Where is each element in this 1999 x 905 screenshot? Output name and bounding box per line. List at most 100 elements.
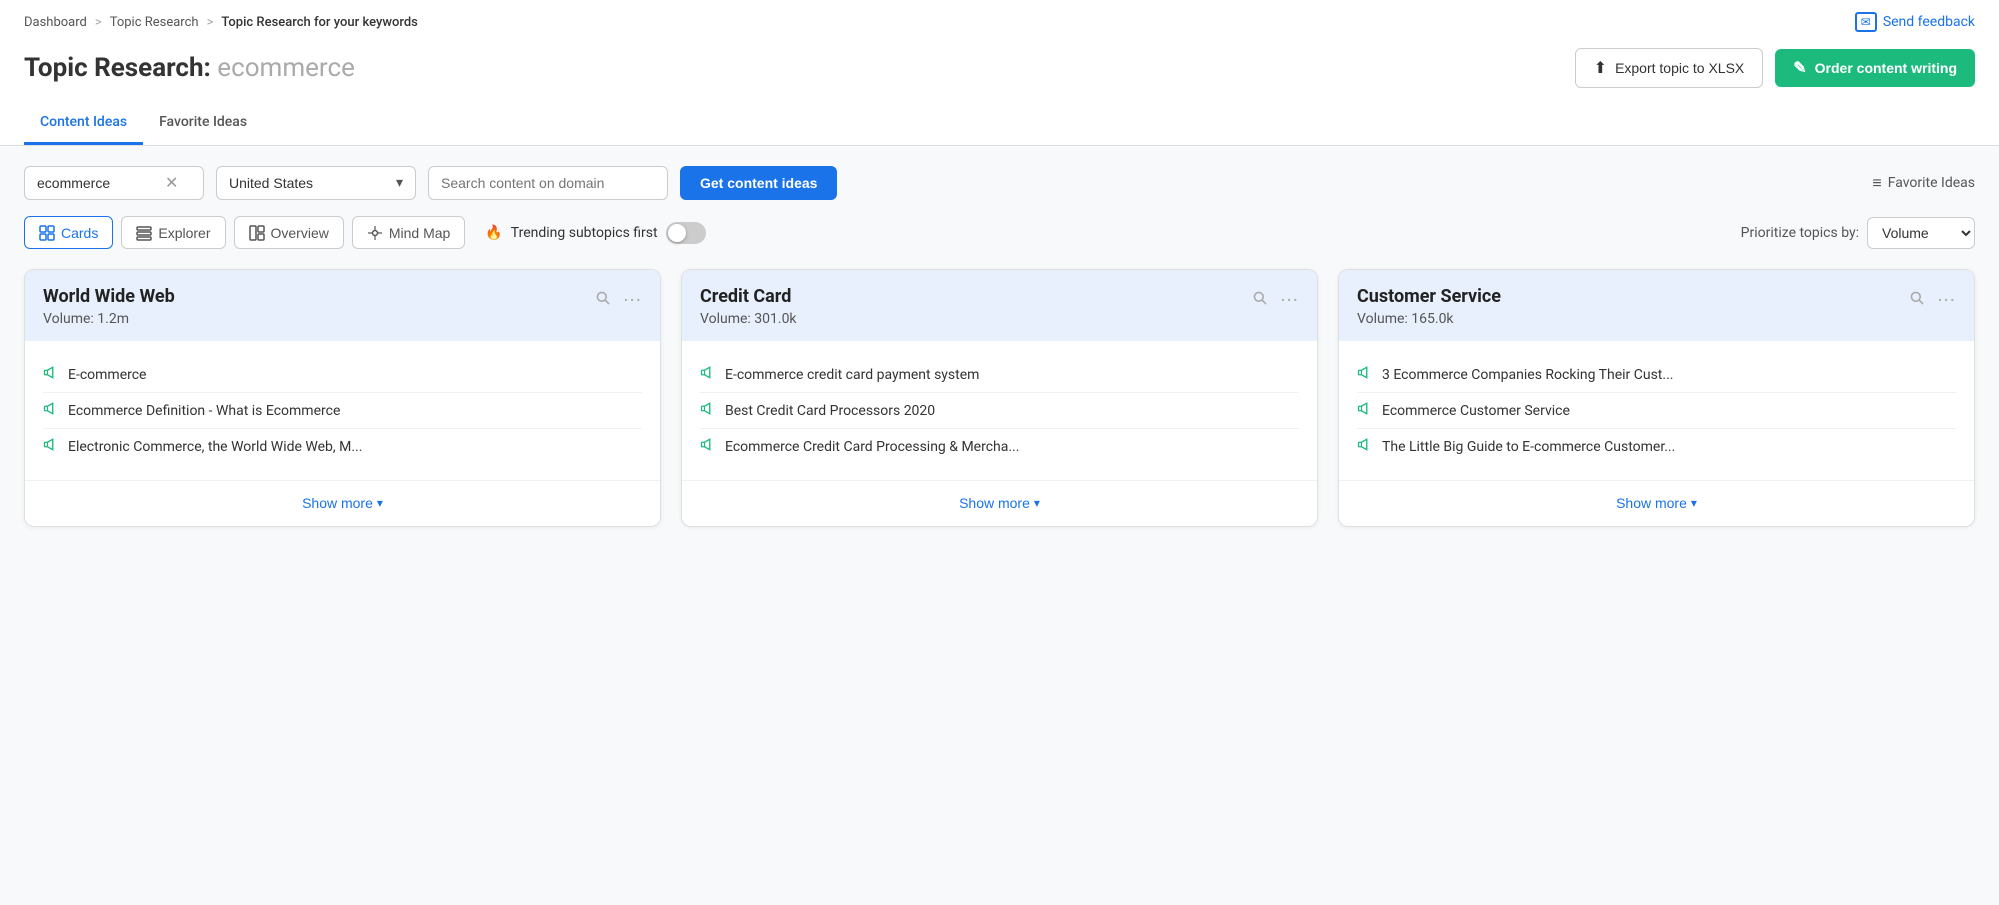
card-item-0-0: E-commerce [43,357,642,393]
toggle-knob [668,224,686,242]
show-more-row-2: Show more ▾ [1339,480,1974,526]
page-title: Topic Research: ecommerce [24,53,355,83]
order-writing-button[interactable]: ✎ Order content writing [1775,49,1975,87]
chevron-down-icon-2: ▾ [1691,496,1697,510]
cards-icon [39,224,55,241]
view-btn-mindmap[interactable]: Mind Map [352,216,465,249]
card-ellipsis-icon-2[interactable]: ··· [1937,288,1956,312]
view-btn-explorer[interactable]: Explorer [121,216,225,249]
tab-favorite-ideas[interactable]: Favorite Ideas [143,104,263,145]
get-ideas-button[interactable]: Get content ideas [680,166,837,200]
card-header-0: World Wide Web Volume: 1.2m ··· [25,270,660,341]
card-header-icons-1: ··· [1252,288,1299,312]
megaphone-icon-0-2 [43,437,58,456]
card-header-1: Credit Card Volume: 301.0k ··· [682,270,1317,341]
card-item-text-0-0: E-commerce [68,367,146,383]
breadcrumb-topic-research[interactable]: Topic Research [110,15,199,30]
card-search-icon-1[interactable] [1252,290,1268,310]
prioritize-row: Prioritize topics by: Volume Efficiency … [1741,217,1975,249]
card-item-text-2-0: 3 Ecommerce Companies Rocking Their Cust… [1382,367,1673,383]
chevron-down-icon-1: ▾ [1034,496,1040,510]
card-item-text-2-1: Ecommerce Customer Service [1382,403,1570,419]
card-item-text-2-2: The Little Big Guide to E-commerce Custo… [1382,439,1675,455]
view-mindmap-label: Mind Map [389,225,450,241]
card-title-1: Credit Card [700,286,797,307]
card-search-icon-2[interactable] [1909,290,1925,310]
card-ellipsis-icon-1[interactable]: ··· [1280,288,1299,312]
view-explorer-label: Explorer [158,225,210,241]
header-actions: ⬆ Export topic to XLSX ✎ Order content w… [1575,48,1975,88]
megaphone-icon-0-0 [43,365,58,384]
card-body-0: E-commerce Ecommerce Definition - What i… [25,341,660,480]
edit-icon: ✎ [1793,58,1806,78]
card-header-2: Customer Service Volume: 165.0k ··· [1339,270,1974,341]
show-more-button-2[interactable]: Show more ▾ [1616,495,1697,511]
view-btn-overview[interactable]: Overview [234,216,344,249]
megaphone-icon-2-2 [1357,437,1372,456]
search-row: ✕ United States United Kingdom Canada Au… [24,166,1975,200]
card-header-icons-2: ··· [1909,288,1956,312]
breadcrumb-sep-2: > [207,15,214,30]
trending-toggle[interactable] [666,222,706,244]
domain-search-wrapper [428,166,668,200]
card-item-text-0-1: Ecommerce Definition - What is Ecommerce [68,403,340,419]
card-ellipsis-icon-0[interactable]: ··· [623,288,642,312]
view-controls: Cards Explorer Overview Mind Map 🔥 Trend… [24,216,1975,249]
cards-grid: World Wide Web Volume: 1.2m ··· E-commer… [24,269,1975,527]
list-icon: ≡ [1872,173,1881,193]
card-body-1: E-commerce credit card payment system Be… [682,341,1317,480]
tab-content-ideas[interactable]: Content Ideas [24,104,143,145]
card-header-info-0: World Wide Web Volume: 1.2m [43,286,175,327]
view-cards-label: Cards [61,225,98,241]
main-tabs: Content Ideas Favorite Ideas [24,104,1975,145]
card-item-2-0: 3 Ecommerce Companies Rocking Their Cust… [1357,357,1956,393]
domain-search-input[interactable] [441,175,641,191]
card-0: World Wide Web Volume: 1.2m ··· E-commer… [24,269,661,527]
mindmap-icon [367,224,383,241]
megaphone-icon-2-1 [1357,401,1372,420]
card-header-info-2: Customer Service Volume: 165.0k [1357,286,1501,327]
card-2: Customer Service Volume: 165.0k ··· 3 Ec… [1338,269,1975,527]
breadcrumb-sep-1: > [95,15,102,30]
export-button[interactable]: ⬆ Export topic to XLSX [1575,48,1764,88]
chevron-down-icon-0: ▾ [377,496,383,510]
card-body-2: 3 Ecommerce Companies Rocking Their Cust… [1339,341,1974,480]
trending-section: 🔥 Trending subtopics first [485,222,705,244]
chevron-down-icon: ▾ [396,175,403,191]
card-item-text-1-0: E-commerce credit card payment system [725,367,979,383]
clear-keyword-icon[interactable]: ✕ [165,175,178,191]
card-item-2-2: The Little Big Guide to E-commerce Custo… [1357,429,1956,464]
card-item-1-0: E-commerce credit card payment system [700,357,1299,393]
breadcrumb-dashboard[interactable]: Dashboard [24,15,87,30]
megaphone-icon-0-1 [43,401,58,420]
country-select[interactable]: United States United Kingdom Canada Aust… [229,175,388,191]
card-title-0: World Wide Web [43,286,175,307]
show-more-button-0[interactable]: Show more ▾ [302,495,383,511]
card-header-icons-0: ··· [595,288,642,312]
card-item-text-1-1: Best Credit Card Processors 2020 [725,403,935,419]
breadcrumb-current: Topic Research for your keywords [221,15,418,30]
show-more-label-1: Show more [959,495,1030,511]
card-volume-1: Volume: 301.0k [700,311,797,327]
page-title-keyword: ecommerce [217,53,355,83]
send-feedback-link[interactable]: ✉ Send feedback [1855,12,1975,32]
order-label: Order content writing [1815,60,1957,76]
favorite-ideas-link[interactable]: ≡ Favorite Ideas [1872,173,1975,193]
card-item-0-2: Electronic Commerce, the World Wide Web,… [43,429,642,464]
megaphone-icon-1-1 [700,401,715,420]
card-volume-0: Volume: 1.2m [43,311,175,327]
country-select-wrapper: United States United Kingdom Canada Aust… [216,166,416,200]
keyword-input[interactable] [37,175,157,191]
prioritize-label: Prioritize topics by: [1741,225,1859,241]
card-item-text-0-2: Electronic Commerce, the World Wide Web,… [68,439,362,455]
prioritize-select[interactable]: Volume Efficiency Freshness [1867,217,1975,249]
card-title-2: Customer Service [1357,286,1501,307]
view-btn-cards[interactable]: Cards [24,216,113,249]
explorer-icon [136,224,152,241]
card-item-1-2: Ecommerce Credit Card Processing & Merch… [700,429,1299,464]
card-search-icon-0[interactable] [595,290,611,310]
message-icon: ✉ [1855,12,1877,32]
show-more-button-1[interactable]: Show more ▾ [959,495,1040,511]
card-item-0-1: Ecommerce Definition - What is Ecommerce [43,393,642,429]
show-more-label-0: Show more [302,495,373,511]
